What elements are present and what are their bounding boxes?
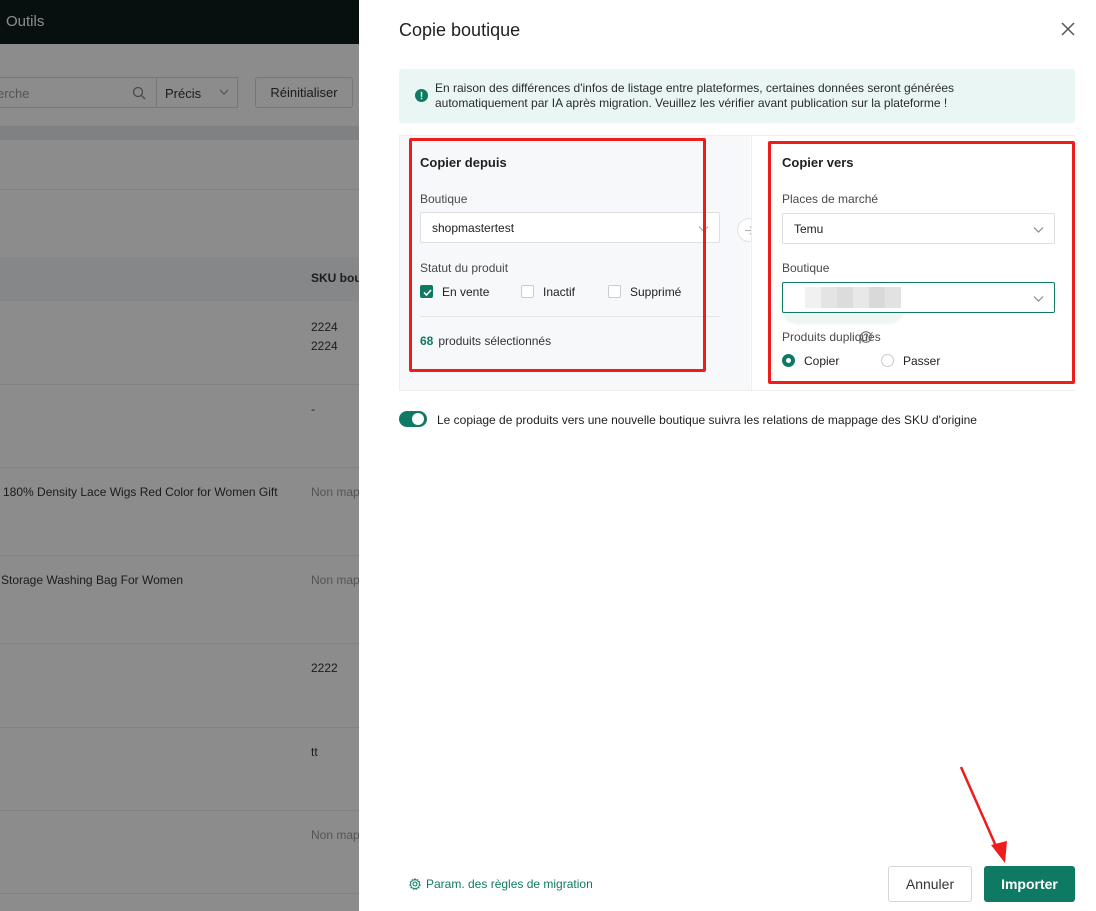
gear-icon xyxy=(409,878,421,890)
marketplace-select[interactable]: Temu xyxy=(782,213,1055,244)
product-status-label: Statut du produit xyxy=(420,261,509,275)
source-shop-value: shopmastertest xyxy=(432,221,515,235)
selected-products-count: 68 produits sélectionnés xyxy=(420,334,551,348)
radio-label: Passer xyxy=(903,354,941,368)
radio-selected[interactable] xyxy=(782,354,795,367)
marketplace-value: Temu xyxy=(794,222,824,236)
source-shop-select[interactable]: shopmastertest xyxy=(420,212,720,243)
target-shop-label: Boutique xyxy=(782,261,830,275)
cancel-button[interactable]: Annuler xyxy=(888,866,972,902)
ai-migration-notice: En raison des différences d'infos de lis… xyxy=(399,69,1075,123)
toggle-knob xyxy=(412,413,424,425)
annotation-arrow xyxy=(959,766,1007,863)
help-icon[interactable] xyxy=(860,331,872,343)
notice-text: En raison des différences d'infos de lis… xyxy=(435,81,955,110)
source-shop-label: Boutique xyxy=(420,192,468,206)
close-icon[interactable] xyxy=(1059,20,1077,38)
exclamation-circle-icon xyxy=(415,89,428,102)
radio-label: Copier xyxy=(804,354,840,368)
target-title: Copier vers xyxy=(782,155,854,170)
checkbox-unchecked[interactable] xyxy=(608,285,621,298)
chevron-down-icon xyxy=(1033,296,1044,302)
chevron-down-icon xyxy=(698,226,709,232)
chevron-down-icon xyxy=(1033,227,1044,233)
sku-mapping-text: Le copiage de produits vers une nouvelle… xyxy=(437,413,977,427)
source-panel: Copier depuis Boutique shopmastertest St… xyxy=(400,136,750,390)
redacted-shop-name xyxy=(805,287,915,308)
checkbox-label: Supprimé xyxy=(630,285,682,299)
check-icon xyxy=(423,289,432,297)
source-title: Copier depuis xyxy=(420,155,507,170)
sku-mapping-toggle[interactable] xyxy=(399,411,427,427)
migration-rules-label: Param. des règles de migration xyxy=(426,877,593,891)
marketplace-label: Places de marché xyxy=(782,192,879,206)
copy-shop-drawer: Copie boutique En raison des différences… xyxy=(359,0,1096,911)
checkbox-label: En vente xyxy=(442,285,490,299)
copy-panels: Copier depuis Boutique shopmastertest St… xyxy=(399,135,1075,391)
radio-unselected[interactable] xyxy=(881,354,894,367)
target-panel: Copier vers Places de marché Temu Boutiq… xyxy=(751,136,1075,390)
checkbox-checked[interactable] xyxy=(420,285,433,298)
import-button[interactable]: Importer xyxy=(984,866,1075,902)
selected-count-suffix: produits sélectionnés xyxy=(438,334,552,348)
selected-count-number: 68 xyxy=(420,334,434,348)
checkbox-label: Inactif xyxy=(543,285,576,299)
drawer-title: Copie boutique xyxy=(399,20,521,40)
checkbox-unchecked[interactable] xyxy=(521,285,534,298)
divider xyxy=(420,316,720,317)
